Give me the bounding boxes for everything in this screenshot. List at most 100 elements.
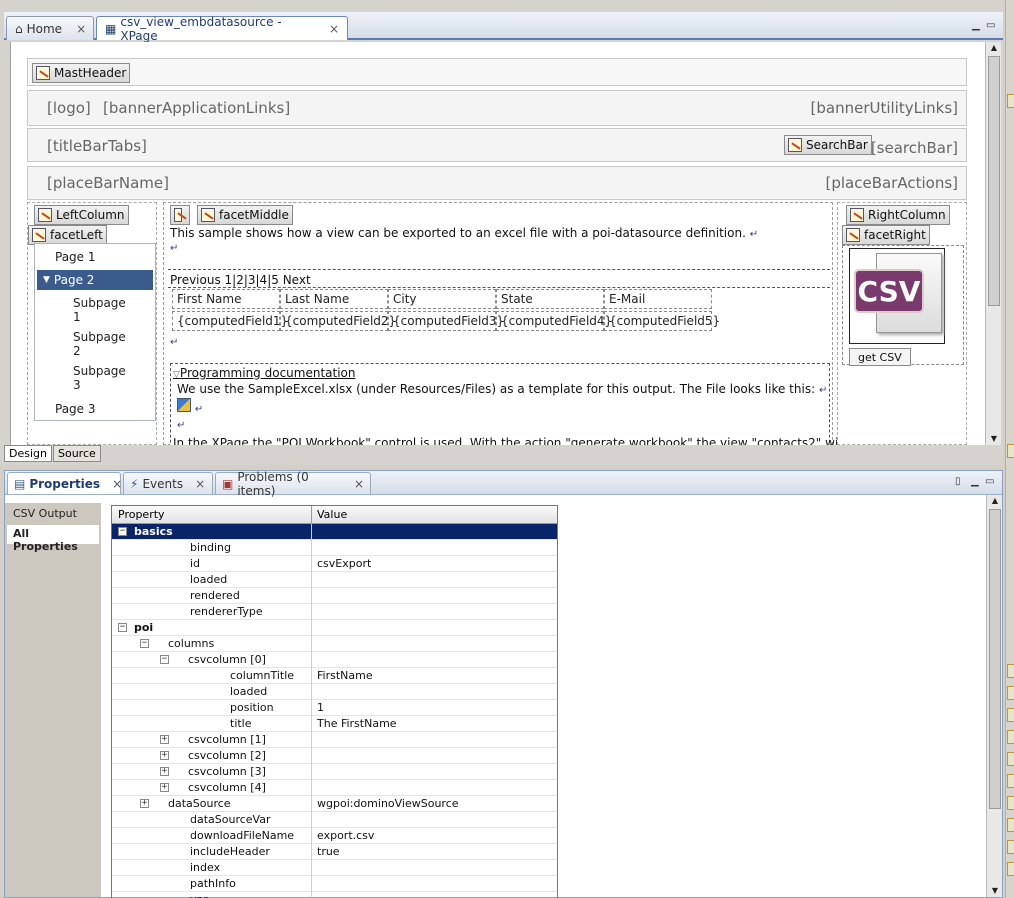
tab-design[interactable]: Design [4, 445, 52, 462]
tab-events[interactable]: ⚡ Events × [123, 472, 213, 494]
left-column-control[interactable]: LeftColumn [34, 205, 129, 225]
mast-header-control[interactable]: MastHeader [32, 63, 131, 83]
property-row[interactable]: + csvcolumn [4] [112, 780, 557, 796]
property-value[interactable]: FirstName [317, 669, 373, 682]
property-row[interactable]: − csvcolumn [0] [112, 652, 557, 668]
side-tab-all-properties[interactable]: All Properties [7, 525, 99, 553]
scroll-thumb[interactable] [988, 56, 1000, 306]
property-row[interactable]: + csvcolumn [2] [112, 748, 557, 764]
properties-scrollbar[interactable]: ▲ ▼ [986, 495, 1002, 897]
view-menu-icon[interactable]: ▯ [955, 476, 961, 487]
toolbar-icon[interactable] [1007, 796, 1014, 810]
property-row[interactable]: + csvcolumn [3] [112, 764, 557, 780]
property-row[interactable]: position 1 [112, 700, 557, 716]
value-column-header[interactable]: Value [317, 508, 347, 521]
search-bar-control[interactable]: SearchBar [784, 135, 872, 155]
property-row[interactable]: id csvExport [112, 556, 557, 572]
side-tab-csv-output[interactable]: CSV Output [7, 505, 99, 524]
property-row[interactable]: binding [112, 540, 557, 556]
property-row[interactable]: dataSourceVar [112, 812, 557, 828]
property-row[interactable]: title The FirstName [112, 716, 557, 732]
nav-subpage-2[interactable]: Subpage 2 [73, 330, 133, 358]
scroll-down-icon[interactable]: ▼ [988, 433, 1000, 445]
property-row[interactable]: rendererType [112, 604, 557, 620]
design-canvas[interactable]: MastHeader [logo] [bannerApplicationLink… [10, 42, 985, 445]
computed-field-4[interactable]: {computedField4} [496, 311, 612, 331]
property-row[interactable]: downloadFileName export.csv [112, 828, 557, 844]
property-row[interactable]: loaded [112, 684, 557, 700]
minimize-icon[interactable]: ▁ [972, 20, 980, 31]
close-icon[interactable]: × [195, 477, 205, 491]
close-icon[interactable]: × [76, 22, 86, 36]
property-row[interactable]: pathInfo [112, 876, 557, 892]
property-value[interactable]: wgpoi:dominoViewSource [317, 797, 459, 810]
close-icon[interactable]: × [329, 22, 339, 36]
property-row[interactable]: + csvcolumn [1] [112, 732, 557, 748]
property-value[interactable]: The FirstName [317, 717, 397, 730]
property-value[interactable]: 1 [317, 701, 324, 714]
expand-icon[interactable]: + [160, 767, 169, 776]
tab-home[interactable]: ⌂ Home × [6, 16, 94, 40]
property-value[interactable]: true [317, 845, 340, 858]
computed-field-3[interactable]: {computedField3} [388, 311, 504, 331]
collapse-icon[interactable]: − [118, 527, 127, 536]
property-row[interactable]: includeHeader true [112, 844, 557, 860]
toolbar-icon[interactable] [1007, 686, 1014, 700]
image-placeholder-icon[interactable]: ↵ [177, 398, 203, 415]
close-icon[interactable]: × [354, 477, 364, 491]
toolbar-icon[interactable] [1007, 818, 1014, 832]
property-row[interactable]: − basics [112, 524, 557, 540]
property-row[interactable]: rendered [112, 588, 557, 604]
tab-problems[interactable]: ▣ Problems (0 items) × [215, 470, 371, 498]
toolbar-icon[interactable] [1007, 862, 1014, 876]
nav-subpage-1[interactable]: Subpage 1 [73, 296, 133, 324]
facet-right-control[interactable]: facetRight [842, 225, 930, 245]
tab-properties[interactable]: ▤ Properties × [7, 472, 122, 494]
collapse-icon[interactable]: − [118, 623, 127, 632]
expand-icon[interactable]: + [160, 783, 169, 792]
facet-middle-control[interactable]: facetMiddle [197, 205, 293, 225]
property-row[interactable]: + dataSource wgpoi:dominoViewSource [112, 796, 557, 812]
get-csv-button[interactable]: get CSV [849, 348, 911, 366]
toolbar-icon[interactable] [1007, 840, 1014, 854]
property-row[interactable]: var [112, 892, 557, 898]
nav-page-3[interactable]: Page 3 [55, 402, 96, 416]
toolbar-icon[interactable] [1007, 444, 1014, 458]
facet-middle-toggle[interactable] [170, 205, 190, 225]
tab-xpage[interactable]: ▦ csv_view_embdatasource - XPage × [96, 15, 348, 43]
collapse-icon[interactable]: − [160, 655, 169, 664]
toolbar-icon[interactable] [1007, 752, 1014, 766]
editor-scrollbar[interactable]: ▲ ▼ [985, 42, 1001, 445]
toolbar-icon[interactable] [1007, 774, 1014, 788]
property-row[interactable]: index [112, 860, 557, 876]
scroll-up-icon[interactable]: ▲ [989, 495, 1001, 507]
pager[interactable]: Previous 1|2|3|4|5 Next [170, 273, 311, 287]
nav-page-1[interactable]: Page 1 [55, 250, 96, 264]
property-row[interactable]: loaded [112, 572, 557, 588]
computed-field-1[interactable]: {computedField1} [172, 311, 288, 331]
property-row[interactable]: − poi [112, 620, 557, 636]
toolbar-icon[interactable] [1007, 730, 1014, 744]
computed-field-2[interactable]: {computedField2} [280, 311, 396, 331]
maximize-icon[interactable]: ▭ [986, 20, 995, 31]
toolbar-icon[interactable] [1007, 708, 1014, 722]
right-column-control[interactable]: RightColumn [846, 205, 950, 225]
property-value[interactable]: export.csv [317, 829, 374, 842]
expand-icon[interactable]: + [160, 735, 169, 744]
property-row[interactable]: − columns [112, 636, 557, 652]
toolbar-icon[interactable] [1007, 664, 1014, 678]
property-value[interactable]: csvExport [317, 557, 371, 570]
tab-source[interactable]: Source [52, 445, 101, 462]
property-row[interactable]: columnTitle FirstName [112, 668, 557, 684]
scroll-up-icon[interactable]: ▲ [988, 42, 1000, 54]
toolbar-icon[interactable] [1007, 94, 1014, 108]
nav-subpage-3[interactable]: Subpage 3 [73, 364, 133, 392]
expand-icon[interactable]: + [160, 751, 169, 760]
doc-title[interactable]: ▽Programming documentation [173, 366, 356, 380]
facet-left-control[interactable]: facetLeft [28, 225, 107, 245]
property-column-header[interactable]: Property [118, 508, 165, 521]
csv-image-frame[interactable]: CSV [849, 248, 945, 344]
maximize-icon[interactable]: ▭ [985, 476, 994, 487]
computed-field-5[interactable]: {computedField5} [604, 311, 720, 331]
scroll-thumb[interactable] [989, 509, 1001, 809]
